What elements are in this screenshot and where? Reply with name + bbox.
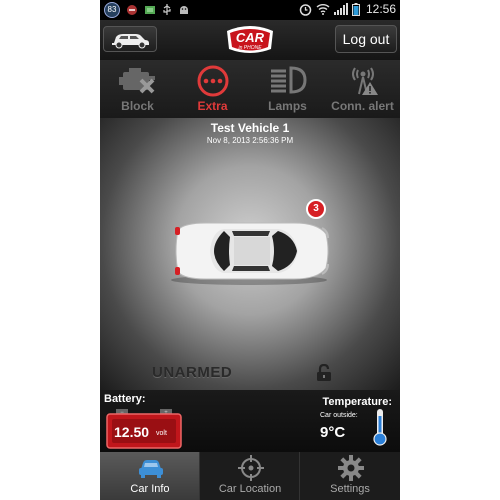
unlock-icon[interactable]	[316, 364, 332, 382]
bottom-nav: Car Info Car Location Settings	[100, 452, 400, 500]
arm-status: UNARMED	[152, 364, 233, 381]
temperature-sub-label: Car outside:	[320, 412, 358, 419]
app-logo: CAR in PHONE	[224, 23, 276, 55]
nav-car-location-label: Car Location	[218, 483, 282, 495]
app-header: CAR in PHONE Log out	[100, 20, 400, 61]
action-conn-alert[interactable]: Conn. alert	[325, 60, 400, 118]
action-conn-alert-label: Conn. alert	[331, 99, 394, 113]
svg-text:CAR: CAR	[236, 30, 265, 45]
notification-count-icon: 83	[104, 2, 120, 18]
car-icon	[139, 460, 163, 478]
battery-value: 12.50	[114, 424, 150, 440]
vehicle-timestamp: Nov 8, 2013 2:56:36 PM	[206, 136, 294, 145]
usb-icon	[163, 4, 171, 15]
nav-car-info-label: Car Info	[130, 483, 170, 495]
headlamp-icon	[271, 66, 307, 94]
missed-call-icon	[127, 5, 137, 15]
action-bar: Block Extra Lamps Conn. alert	[100, 60, 400, 119]
vehicle-name: Test Vehicle 1	[210, 121, 290, 135]
info-bar: Battery: − + 12.50 volt Temperature: Car…	[100, 390, 400, 452]
logout-button[interactable]: Log out	[335, 25, 397, 53]
action-block-label: Block	[121, 99, 154, 113]
battery-unit: volt	[156, 430, 167, 437]
svg-text:in PHONE: in PHONE	[238, 45, 262, 51]
gear-icon	[338, 455, 364, 481]
engine-block-icon	[119, 68, 155, 94]
clock: 12:56	[365, 2, 396, 16]
nav-settings[interactable]: Settings	[300, 452, 400, 500]
nav-car-location[interactable]: Car Location	[200, 452, 300, 500]
android-debug-icon	[180, 6, 188, 14]
signal-alert-icon	[352, 67, 378, 95]
battery-label: Battery:	[104, 393, 146, 405]
vehicle-panel: Test Vehicle 1 Nov 8, 2013 2:56:36 PM 3 …	[100, 118, 400, 390]
car-icon	[112, 34, 149, 49]
signal-icon	[333, 3, 348, 15]
phone-screen: 83 12:56 CAR in PHONE Log out Block Extr…	[100, 0, 400, 500]
vehicle-top-view-icon[interactable]	[166, 216, 332, 286]
temperature-value: 9°C	[320, 424, 346, 441]
more-dots-icon	[197, 65, 229, 97]
nav-car-info[interactable]: Car Info	[100, 452, 200, 500]
crosshair-icon	[238, 455, 264, 481]
thermometer-icon	[373, 409, 387, 446]
action-extra-label: Extra	[197, 99, 228, 113]
status-bar: 83 12:56	[100, 0, 400, 20]
action-lamps[interactable]: Lamps	[250, 60, 325, 118]
vehicle-select-button[interactable]	[103, 26, 157, 52]
app-icon	[145, 6, 155, 14]
alarm-icon	[299, 3, 312, 16]
battery-status-icon	[351, 2, 360, 16]
notification-badge[interactable]: 3	[306, 199, 326, 219]
action-extra[interactable]: Extra	[175, 60, 250, 118]
action-lamps-label: Lamps	[268, 99, 307, 113]
action-block[interactable]: Block	[100, 60, 175, 118]
temperature-label: Temperature:	[322, 396, 392, 408]
wifi-icon	[316, 4, 330, 15]
nav-settings-label: Settings	[330, 483, 370, 495]
